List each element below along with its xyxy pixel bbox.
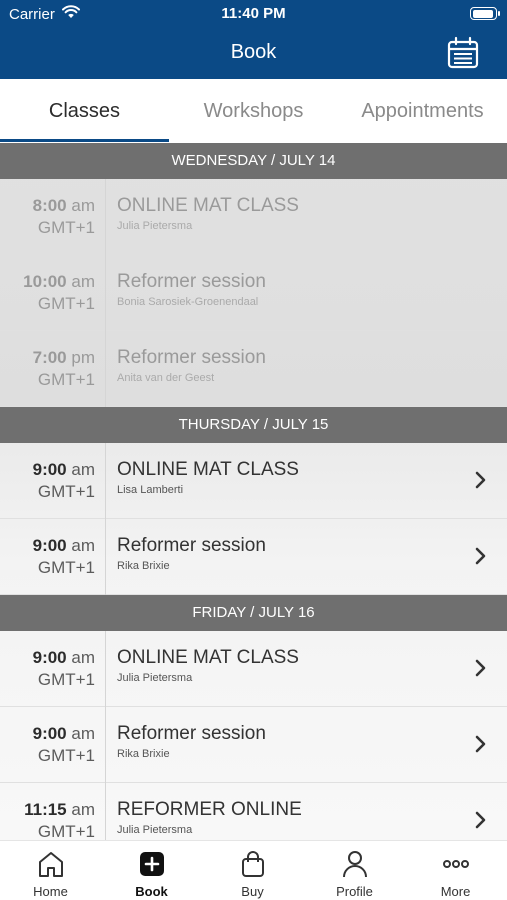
plus-square-icon: [140, 852, 164, 876]
ampm: am: [71, 724, 95, 743]
class-name: ONLINE MAT CLASS: [117, 459, 299, 480]
time-column: 11:15 am GMT+1: [0, 783, 106, 840]
time-column: 7:00 pm GMT+1: [0, 331, 106, 407]
class-schedule-list[interactable]: WEDNESDAY / JULY 14 8:00 am GMT+1 ONLINE…: [0, 143, 507, 840]
class-row[interactable]: 9:00 am GMT+1 ONLINE MAT CLASS Lisa Lamb…: [0, 443, 507, 519]
ampm: am: [71, 196, 95, 215]
page-title: Book: [230, 41, 277, 63]
clock: 11:40 PM: [221, 5, 286, 22]
chevron-right-icon[interactable]: [475, 811, 487, 829]
tab-label: More: [440, 884, 471, 899]
booking-type-tabs: Classes Workshops Appointments: [0, 79, 507, 143]
tab-profile[interactable]: Profile: [304, 841, 405, 900]
timezone: GMT+1: [37, 746, 95, 765]
class-name: Reformer session: [117, 535, 266, 556]
tab-label: Profile: [336, 884, 373, 899]
chevron-right-icon[interactable]: [475, 547, 487, 565]
teacher-name: Julia Pietersma: [117, 824, 193, 836]
day-header: WEDNESDAY / JULY 14: [0, 143, 507, 179]
class-row[interactable]: 9:00 am GMT+1 Reformer session Rika Brix…: [0, 707, 507, 783]
ampm: pm: [71, 348, 95, 367]
start-time: 7:00: [32, 348, 67, 367]
more-dots-icon: [443, 860, 469, 868]
ampm: am: [71, 536, 95, 555]
tab-label: Buy: [241, 884, 264, 899]
status-bar: Carrier 11:40 PM: [0, 0, 507, 30]
teacher-name: Lisa Lamberti: [117, 484, 184, 496]
ampm: am: [71, 460, 95, 479]
class-name: Reformer session: [117, 347, 266, 368]
start-time: 9:00: [32, 460, 67, 479]
time-column: 9:00 am GMT+1: [0, 631, 106, 707]
time-column: 9:00 am GMT+1: [0, 443, 106, 519]
teacher-name: Rika Brixie: [117, 560, 170, 572]
time-column: 9:00 am GMT+1: [0, 519, 106, 595]
class-name: ONLINE MAT CLASS: [117, 195, 299, 216]
start-time: 9:00: [32, 536, 67, 555]
start-time: 10:00: [23, 272, 67, 291]
class-row[interactable]: 9:00 am GMT+1 ONLINE MAT CLASS Julia Pie…: [0, 631, 507, 707]
day-header: THURSDAY / JULY 15: [0, 407, 507, 443]
tab-label: Book: [135, 884, 168, 899]
class-row[interactable]: 11:15 am GMT+1 REFORMER ONLINE Julia Pie…: [0, 783, 507, 840]
timezone: GMT+1: [37, 822, 95, 840]
time-column: 9:00 am GMT+1: [0, 707, 106, 783]
tab-home[interactable]: Home: [0, 841, 101, 900]
teacher-name: Anita van der Geest: [117, 372, 215, 384]
ampm: am: [71, 800, 95, 819]
class-row[interactable]: 9:00 am GMT+1 Reformer session Rika Brix…: [0, 519, 507, 595]
ampm: am: [71, 648, 95, 667]
start-time: 9:00: [32, 648, 67, 667]
timezone: GMT+1: [37, 670, 95, 689]
class-row: 10:00 am GMT+1 Reformer session Bonia Sa…: [0, 255, 507, 331]
class-row: 8:00 am GMT+1 ONLINE MAT CLASS Julia Pie…: [0, 179, 507, 255]
start-time: 8:00: [32, 196, 67, 215]
teacher-name: Julia Pietersma: [117, 672, 193, 684]
chevron-right-icon[interactable]: [475, 659, 487, 677]
start-time: 9:00: [32, 724, 67, 743]
timezone: GMT+1: [37, 294, 95, 313]
teacher-name: Rika Brixie: [117, 748, 170, 760]
chevron-right-icon[interactable]: [475, 471, 487, 489]
chevron-right-icon[interactable]: [475, 735, 487, 753]
calendar-icon[interactable]: [447, 36, 479, 70]
day-header: FRIDAY / JULY 16: [0, 595, 507, 631]
teacher-name: Julia Pietersma: [117, 220, 193, 232]
battery-icon: [470, 7, 500, 20]
tab-appointments[interactable]: Appointments: [338, 79, 507, 143]
nav-bar: Book: [0, 30, 507, 79]
time-column: 10:00 am GMT+1: [0, 255, 106, 331]
tab-label: Home: [33, 884, 68, 899]
timezone: GMT+1: [37, 558, 95, 577]
timezone: GMT+1: [37, 370, 95, 389]
teacher-name: Bonia Sarosiek-Groenendaal: [117, 296, 259, 308]
class-name: Reformer session: [117, 723, 266, 744]
tab-buy[interactable]: Buy: [202, 841, 303, 900]
start-time: 11:15: [24, 800, 67, 819]
person-icon: [343, 851, 367, 878]
class-row: 7:00 pm GMT+1 Reformer session Anita van…: [0, 331, 507, 407]
timezone: GMT+1: [37, 218, 95, 237]
ampm: am: [71, 272, 95, 291]
tab-classes[interactable]: Classes: [0, 79, 169, 143]
class-name: Reformer session: [117, 271, 266, 292]
shopping-bag-icon: [242, 851, 264, 877]
home-icon: [39, 852, 63, 877]
tab-more[interactable]: More: [405, 841, 506, 900]
class-name: ONLINE MAT CLASS: [117, 647, 299, 668]
class-name: REFORMER ONLINE: [117, 799, 302, 820]
timezone: GMT+1: [37, 482, 95, 501]
time-column: 8:00 am GMT+1: [0, 179, 106, 255]
tab-workshops[interactable]: Workshops: [169, 79, 338, 143]
tab-book[interactable]: Book: [101, 841, 202, 900]
bottom-tab-bar: Home Book Buy Profile More: [0, 840, 507, 900]
